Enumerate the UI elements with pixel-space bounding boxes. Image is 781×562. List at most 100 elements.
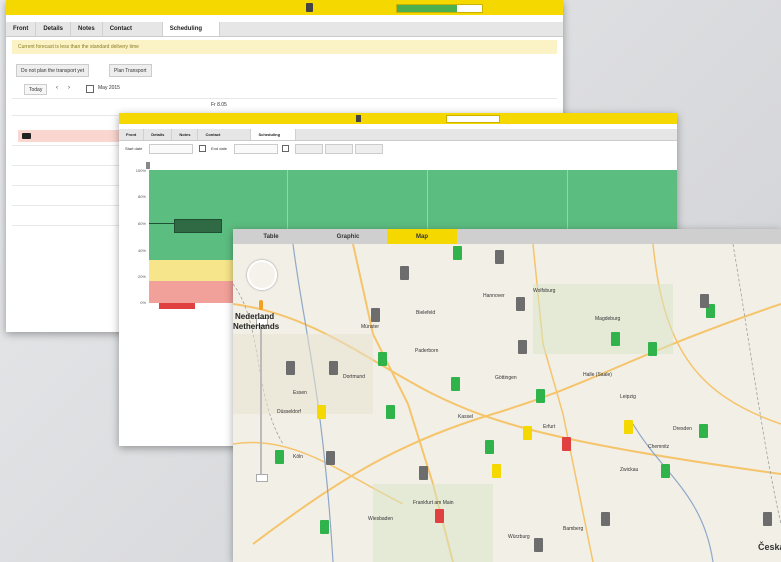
map-label: Netherlands [233,322,280,331]
truck-marker-green[interactable] [451,377,460,391]
today-button[interactable]: Today [24,84,48,95]
truck-marker-gray[interactable] [329,361,338,375]
map-label: Magdeburg [595,316,621,322]
truck-marker-gray[interactable] [400,266,409,280]
tab-map[interactable]: Map [387,229,458,244]
truck-marker-gray[interactable] [371,308,380,322]
truck-marker-green[interactable] [611,332,620,346]
end-date-label: End date [211,146,228,151]
status-bar [119,113,677,124]
tab-front[interactable]: Front [6,22,37,36]
tab-graphic[interactable]: Graphic [310,229,387,244]
grid-line [12,98,557,99]
tab-table[interactable]: Table [233,229,310,244]
tab-bar: Table Graphic Map [233,229,781,245]
tab-notes[interactable]: Notes [172,129,199,140]
truck-marker-gray[interactable] [601,512,610,526]
tab-contact[interactable]: Contact [103,22,163,36]
map-window: Table Graphic Map Nederland Netherlands … [233,229,781,562]
map-label: Erfurt [543,424,556,430]
truck-marker-green[interactable] [378,352,387,366]
truck-marker-gray[interactable] [516,297,525,311]
truck-marker-gray[interactable] [763,512,772,526]
appointment-row[interactable] [18,130,126,142]
tab-contact[interactable]: Contact [198,129,252,140]
tab-details[interactable]: Details [144,129,173,140]
truck-marker-gray[interactable] [419,466,428,480]
map-label: Wolfsburg [533,288,556,294]
map-label: Dortmund [343,374,365,380]
tab-front[interactable]: Front [119,129,145,140]
truck-marker-gray[interactable] [534,538,543,552]
tab-bar: Front Details Notes Contact Scheduling [6,22,563,37]
next-icon[interactable]: › [68,85,70,91]
y-axis-label: 40% [137,248,146,253]
forecast-notice: Current forecast is less than the standa… [12,40,557,54]
zoom-out-button[interactable] [256,474,268,482]
truck-marker-red[interactable] [562,437,571,451]
map-label: Dresden [673,426,692,432]
truck-marker-yellow[interactable] [523,426,532,440]
truck-marker-gray[interactable] [286,361,295,375]
progress-bar [396,4,483,13]
day-header: Fr 8.05 [211,102,227,108]
truck-icon [22,133,31,139]
map-label: Zwickau [620,467,639,473]
map-label: Halle (Saale) [583,372,612,378]
progress-bar [446,115,500,123]
tab-scheduling[interactable]: Scheduling [251,129,297,140]
truck-marker-green[interactable] [485,440,494,454]
pegman-icon[interactable] [259,300,263,310]
apply-button[interactable] [295,144,323,154]
plan-transport-button[interactable]: Plan Transport [109,64,152,77]
map-label: Paderborn [415,348,439,354]
truck-marker-green[interactable] [275,450,284,464]
start-date-field[interactable] [149,144,193,154]
y-axis-label: 60% [137,221,146,226]
range-handle[interactable] [146,162,150,169]
truck-marker-green[interactable] [661,464,670,478]
truck-marker-gray[interactable] [495,250,504,264]
calendar-icon[interactable] [282,145,289,152]
map-label: Wiesbaden [368,516,394,522]
tab-scheduling[interactable]: Scheduling [162,22,220,36]
truck-marker-yellow[interactable] [317,405,326,419]
export-button[interactable] [355,144,383,154]
truck-marker-green[interactable] [536,389,545,403]
do-not-plan-button[interactable]: Do not plan the transport yet [16,64,90,77]
truck-marker-green[interactable] [699,424,708,438]
y-axis-label: 80% [137,194,146,199]
truck-marker-yellow[interactable] [624,420,633,434]
y-axis-label: 100% [135,168,146,173]
truck-marker-green[interactable] [648,342,657,356]
truck-marker-gray[interactable] [700,294,709,308]
map-label: Chemnitz [648,444,670,450]
tab-details[interactable]: Details [36,22,72,36]
truck-marker-green[interactable] [386,405,395,419]
forecast-tooltip [174,219,222,233]
truck-marker-red[interactable] [435,509,444,523]
tab-notes[interactable]: Notes [71,22,103,36]
map-pan-control[interactable] [247,260,277,290]
reset-button[interactable] [325,144,353,154]
truck-marker-green[interactable] [320,520,329,534]
truck-marker-yellow[interactable] [492,464,501,478]
prev-icon[interactable]: ‹ [56,85,58,91]
map-roads [233,244,781,562]
calendar-icon[interactable] [199,145,206,152]
truck-icon [306,3,313,12]
truck-marker-gray[interactable] [326,451,335,465]
zoom-slider[interactable] [260,324,262,474]
map-label: Düsseldorf [277,409,301,415]
map-label: Česká [758,542,781,552]
truck-marker-green[interactable] [453,246,462,260]
map-canvas[interactable]: Nederland Netherlands Münster Bielefeld … [233,244,781,562]
now-marker [159,303,195,309]
y-axis-label: 0% [140,300,146,305]
map-label: Würzburg [508,534,530,540]
calendar-icon[interactable] [86,85,94,93]
truck-marker-gray[interactable] [518,340,527,354]
end-date-field[interactable] [234,144,278,154]
map-label: Münster [361,324,380,330]
map-label: Leipzig [620,394,636,400]
